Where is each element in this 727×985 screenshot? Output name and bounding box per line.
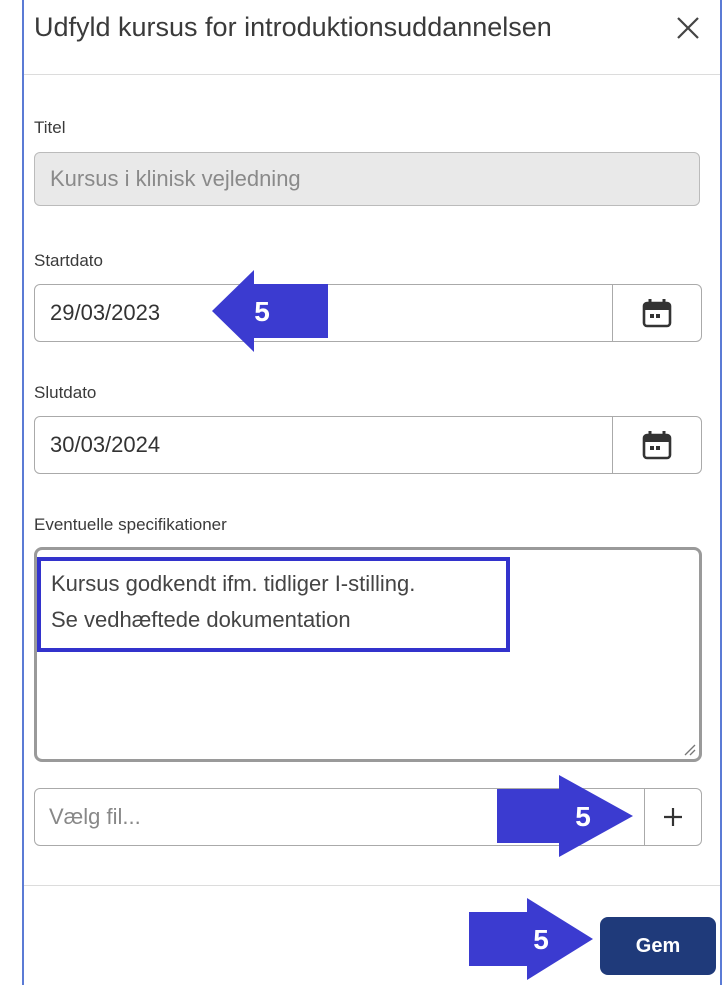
step-arrow-left-icon: 5 [212,270,328,352]
calendar-icon [642,299,672,328]
dialog-title: Udfyld kursus for introduktionsuddannels… [34,12,552,42]
title-field: Kursus i klinisk vejledning [34,152,700,206]
dialog-header: Udfyld kursus for introduktionsuddannels… [24,0,720,75]
plus-icon [664,808,682,826]
startdate-label: Startdato [34,251,103,270]
step-number: 5 [254,296,270,327]
title-label: Titel [34,118,66,137]
enddate-label: Slutdato [34,383,97,402]
enddate-group: 30/03/2024 [34,416,702,474]
step-number: 5 [533,924,549,955]
startdate-group: 29/03/2023 [34,284,702,342]
enddate-input[interactable]: 30/03/2024 [34,416,614,474]
text-highlight-box [37,557,510,652]
specifications-label: Eventuelle specifikationer [34,515,227,534]
enddate-calendar-button[interactable] [612,416,702,474]
footer-divider [24,885,720,886]
step-number: 5 [575,801,591,832]
calendar-icon [642,431,672,460]
resize-handle-icon[interactable] [682,742,696,756]
save-button[interactable]: Gem [600,917,716,975]
step-arrow-right-icon: 5 [469,898,593,980]
add-file-button[interactable] [644,788,702,846]
startdate-calendar-button[interactable] [612,284,702,342]
step-arrow-right-icon: 5 [497,775,633,857]
close-icon[interactable] [670,10,706,46]
